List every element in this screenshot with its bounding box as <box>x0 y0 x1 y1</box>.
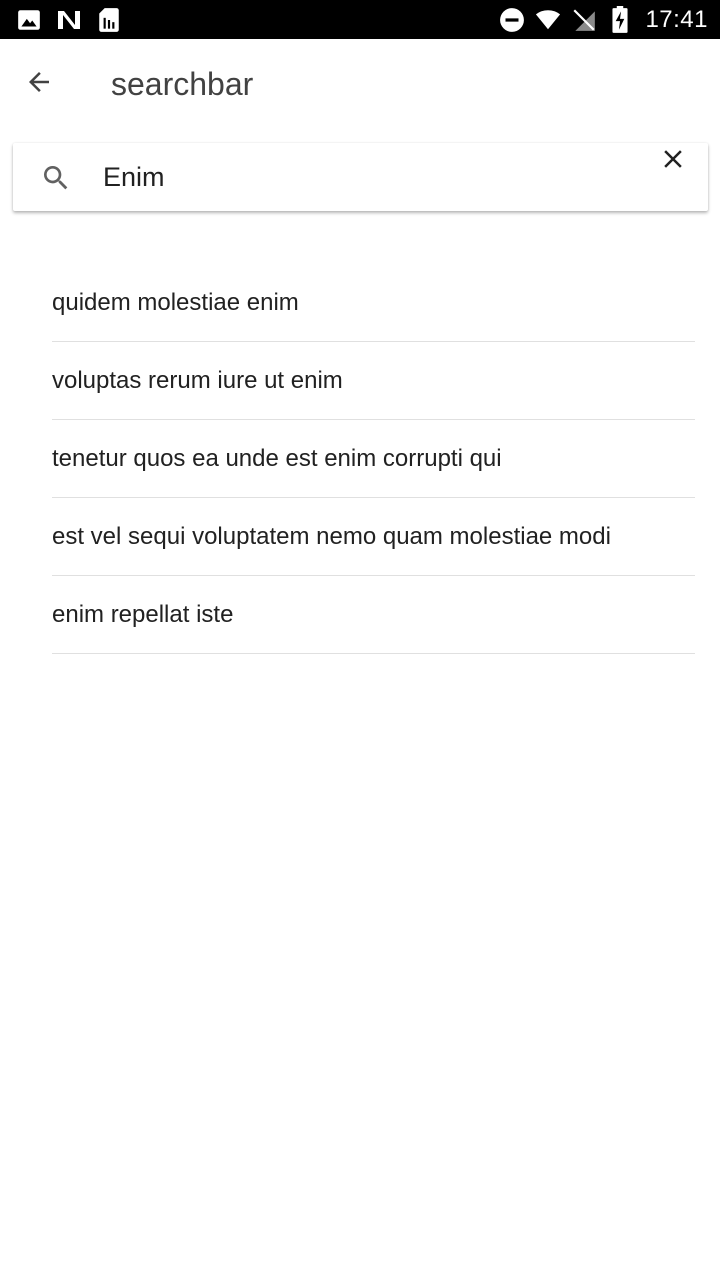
status-time: 17:41 <box>645 5 708 33</box>
close-icon <box>658 144 688 179</box>
result-item[interactable]: est vel sequi voluptatem nemo quam moles… <box>52 498 695 576</box>
status-right-icons: 17:41 <box>499 0 708 39</box>
image-icon <box>16 7 42 33</box>
result-item[interactable]: enim repellat iste <box>52 576 695 654</box>
result-item[interactable]: tenetur quos ea unde est enim corrupti q… <box>52 420 695 498</box>
back-button[interactable] <box>15 60 63 108</box>
status-left-icons <box>16 0 122 39</box>
no-sim-icon <box>571 7 597 33</box>
clear-search-button[interactable] <box>649 143 697 179</box>
search-icon <box>39 161 73 195</box>
result-item[interactable]: voluptas rerum iure ut enim <box>52 342 695 420</box>
battery-charging-icon <box>607 5 633 33</box>
result-item-label: quidem molestiae enim <box>52 289 299 316</box>
search-input[interactable] <box>103 155 623 199</box>
status-bar: 17:41 <box>0 0 720 39</box>
sim-card-icon <box>96 7 122 33</box>
n-badge-icon <box>56 7 82 33</box>
screen: 17:41 searchbar Enim quidem molestiae en… <box>0 0 720 1280</box>
page-title: searchbar <box>111 66 254 102</box>
result-item[interactable]: quidem molestiae enim <box>52 264 695 342</box>
result-item-label: voluptas rerum iure ut enim <box>52 367 343 394</box>
result-item-label: tenetur quos ea unde est enim corrupti q… <box>52 445 502 472</box>
do-not-disturb-icon <box>499 7 525 33</box>
arrow-back-icon <box>24 67 54 102</box>
wifi-icon <box>535 7 561 33</box>
search-bar <box>13 143 708 211</box>
app-bar: searchbar <box>0 39 720 129</box>
result-item-label: est vel sequi voluptatem nemo quam moles… <box>52 523 611 550</box>
result-item-label: enim repellat iste <box>52 601 234 628</box>
search-results-list: quidem molestiae enim voluptas rerum iur… <box>52 264 695 654</box>
